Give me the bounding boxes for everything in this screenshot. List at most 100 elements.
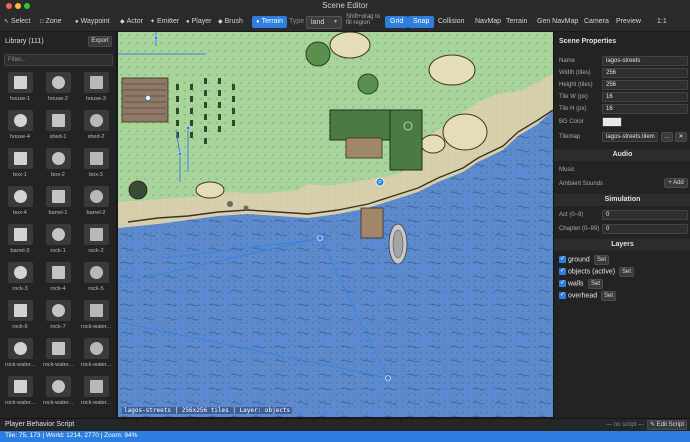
asset-preview-icon xyxy=(13,114,27,127)
actor-tool-button[interactable]: ◆ Actor xyxy=(120,16,143,28)
asset-item[interactable]: box-4 xyxy=(3,186,37,216)
zone-tool-button[interactable]: □ Zone xyxy=(40,16,62,28)
asset-name: rock-water... xyxy=(81,324,111,330)
property-label: Tile H (px) xyxy=(559,106,587,112)
navmap-toggle[interactable]: NavMap xyxy=(475,16,501,28)
property-input[interactable]: 16 xyxy=(602,92,688,102)
asset-item[interactable]: rock-water... xyxy=(79,300,113,330)
asset-item[interactable]: box-2 xyxy=(41,148,75,178)
title-bar: Scene Editor xyxy=(0,0,690,12)
rock-object[interactable] xyxy=(227,201,233,207)
add-ambient-button[interactable]: + Add xyxy=(664,178,688,188)
asset-item[interactable]: rock-water... xyxy=(3,376,37,406)
rock-object[interactable] xyxy=(243,205,249,211)
terrain-view-toggle[interactable]: Terrain xyxy=(506,16,527,28)
boulder-object[interactable] xyxy=(428,54,476,86)
layer-set-button[interactable]: Set xyxy=(601,291,616,301)
player-spawn-marker[interactable]: P xyxy=(375,177,385,187)
tree-object[interactable] xyxy=(305,41,331,67)
asset-item[interactable]: rock-2 xyxy=(79,224,113,254)
tilemap-browse-button[interactable]: ... xyxy=(661,132,673,142)
layer-visibility-checkbox[interactable]: ✓ xyxy=(559,280,566,287)
asset-item[interactable]: rock-1 xyxy=(41,224,75,254)
asset-item[interactable]: rock-5 xyxy=(79,262,113,292)
zoom-reset-button[interactable]: 1:1 xyxy=(657,16,667,28)
library-filter-input[interactable]: Filter... xyxy=(4,54,113,66)
asset-item[interactable]: box-3 xyxy=(79,148,113,178)
asset-item[interactable]: shed-1 xyxy=(41,110,75,140)
gen-navmap-button[interactable]: Gen NavMap xyxy=(537,16,578,28)
tree-object[interactable] xyxy=(128,180,148,200)
asset-item[interactable]: rock-water... xyxy=(3,338,37,368)
tilemap-clear-button[interactable]: ✕ xyxy=(675,132,687,142)
preview-button[interactable]: Preview xyxy=(616,16,641,28)
simulation-section-header[interactable]: Simulation xyxy=(554,194,690,206)
cabin-object[interactable] xyxy=(121,77,169,123)
waypoint-tool-button[interactable]: ● Waypoint xyxy=(75,16,110,28)
layer-visibility-checkbox[interactable]: ✓ xyxy=(559,268,566,275)
asset-item[interactable]: rock-water... xyxy=(41,338,75,368)
bg-color-label: BG Color xyxy=(559,119,584,125)
tree-object[interactable] xyxy=(357,73,379,95)
audio-section-header[interactable]: Audio xyxy=(554,149,690,161)
asset-item[interactable]: house-1 xyxy=(3,72,37,102)
asset-preview-icon xyxy=(51,152,65,165)
property-input[interactable]: 16 xyxy=(602,104,688,114)
layers-section-header[interactable]: Layers xyxy=(554,239,690,251)
boat-object[interactable] xyxy=(388,223,408,265)
layer-set-button[interactable]: Set xyxy=(588,279,603,289)
select-tool-label: Select xyxy=(11,18,31,25)
asset-item[interactable]: rock-3 xyxy=(3,262,37,292)
brush-tool-button[interactable]: ◆ Brush xyxy=(218,16,243,28)
act-input[interactable]: 0 xyxy=(602,210,688,220)
asset-thumbnail xyxy=(7,72,33,93)
asset-item[interactable]: barrel-3 xyxy=(3,224,37,254)
boulder-object[interactable] xyxy=(420,134,446,154)
asset-item[interactable]: house-2 xyxy=(41,72,75,102)
deck-object[interactable] xyxy=(345,137,383,159)
layer-set-button[interactable]: Set xyxy=(619,267,634,277)
property-input[interactable]: 256 xyxy=(602,68,688,78)
export-button[interactable]: Export xyxy=(88,36,112,47)
collision-toggle[interactable]: Collision xyxy=(438,16,464,28)
asset-item[interactable]: barrel-1 xyxy=(41,186,75,216)
asset-item[interactable]: rock-7 xyxy=(41,300,75,330)
player-tool-button[interactable]: ● Player xyxy=(186,16,211,28)
asset-item[interactable]: rock-4 xyxy=(41,262,75,292)
property-input[interactable]: 256 xyxy=(602,80,688,90)
terrain-tool-button[interactable]: ● Terrain xyxy=(252,16,288,28)
emitter-tool-button[interactable]: ✦ Emitter xyxy=(150,16,179,28)
boulder-object[interactable] xyxy=(442,113,488,151)
asset-item[interactable]: barrel-2 xyxy=(79,186,113,216)
bg-color-swatch[interactable] xyxy=(602,117,622,127)
asset-item[interactable]: rock-water... xyxy=(79,376,113,406)
layer-set-button[interactable]: Set xyxy=(594,255,609,265)
snap-toggle[interactable]: Snap xyxy=(408,16,435,28)
tilemap-input[interactable]: lagos-streets.tilem xyxy=(602,132,658,142)
edit-script-button[interactable]: ✎ Edit Script xyxy=(647,420,687,430)
asset-item[interactable]: house-4 xyxy=(3,110,37,140)
property-input[interactable]: lagos-streets xyxy=(602,56,688,66)
asset-item[interactable]: shed-2 xyxy=(79,110,113,140)
waypoint-tool-label: Waypoint xyxy=(80,18,110,25)
asset-item[interactable]: rock-water... xyxy=(41,376,75,406)
select-tool-button[interactable]: ↖ Select xyxy=(4,16,31,28)
boulder-object[interactable] xyxy=(329,32,371,59)
chapter-input[interactable]: 0 xyxy=(602,224,688,234)
grid-toggle[interactable]: Grid xyxy=(385,16,409,28)
asset-item[interactable]: rock-water... xyxy=(79,338,113,368)
asset-item[interactable]: house-3 xyxy=(79,72,113,102)
camera-button[interactable]: Camera xyxy=(584,16,609,28)
chapter-label: Chapter (0–99) xyxy=(559,226,600,232)
pier-object[interactable] xyxy=(360,207,384,239)
asset-item[interactable]: rock-6 xyxy=(3,300,37,330)
scene-map[interactable]: P xyxy=(118,32,553,417)
boulder-object[interactable] xyxy=(195,181,225,199)
asset-thumbnail xyxy=(45,300,71,321)
asset-preview-icon xyxy=(51,228,65,241)
layer-visibility-checkbox[interactable]: ✓ xyxy=(559,256,566,263)
terrain-type-select[interactable]: land ▼ xyxy=(306,16,342,29)
scene-canvas[interactable]: P lagos-streets | 256x256 tiles | Layer:… xyxy=(118,32,553,417)
asset-item[interactable]: box-1 xyxy=(3,148,37,178)
layer-visibility-checkbox[interactable]: ✓ xyxy=(559,292,566,299)
